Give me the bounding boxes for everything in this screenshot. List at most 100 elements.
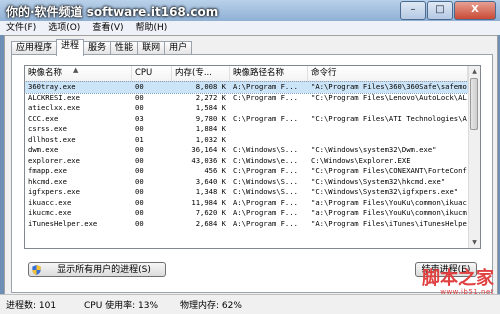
cell-image-name: csrss.exe: [28, 124, 67, 133]
cell-command-line: "C:\Program Files\ATI Technologies\A: [311, 113, 467, 123]
column-header-memory[interactable]: 内存(专...: [172, 66, 230, 81]
table-row[interactable]: dwm.exe 00 36,164 K C:\Windows\S... "C:\Wind…: [25, 145, 468, 156]
cell-cpu: 00: [135, 155, 144, 165]
tab-users[interactable]: 用户: [164, 41, 193, 55]
table-row[interactable]: hkcmd.exe 00 3,640 K C:\Windows\S... "C:\Win…: [25, 177, 468, 188]
cell-memory: 9,780 K: [195, 113, 226, 123]
column-header-image-name[interactable]: 映像名称 ▲: [25, 66, 132, 81]
cell-image-name: igfxpers.exe: [28, 187, 80, 196]
table-row[interactable]: ikuacc.exe 00 11,984 K A:\Program F... "a:\P…: [25, 198, 468, 209]
processes-panel: 映像名称 ▲ CPU 内存(专... 映像路径名称 命令行 360tray.ex…: [11, 54, 493, 293]
cell-command-line: "C:\Windows\System32\igfxpers.exe": [311, 187, 459, 196]
cell-command-line: "C:\Program Files\Lenovo\AutoLock\AL: [311, 92, 467, 102]
cell-image-path: [230, 135, 308, 146]
cell-memory: 1,032 K: [195, 134, 226, 144]
cell-command-line: "a:\Program Files\YouKu\common\ikuac: [311, 197, 467, 207]
column-header-image-path[interactable]: 映像路径名称: [230, 66, 308, 81]
table-row[interactable]: 360tray.exe 00 8,008 K A:\Program F... "A:\P…: [25, 81, 469, 94]
column-header-cpu[interactable]: CPU: [132, 66, 172, 81]
cell-image-path: C:\Windows\S...: [233, 145, 298, 154]
cell-command-line: "A:\Program Files\360\360Safe\safemo: [311, 82, 467, 91]
cell-memory: 7,620 K: [195, 208, 226, 217]
cell-image-path: A:\Program F...: [233, 197, 298, 207]
cell-image-path: A:\Program F...: [233, 208, 298, 217]
table-row[interactable]: atieclxx.exe 00 1,584 K: [25, 103, 468, 114]
table-row[interactable]: dllhost.exe 01 1,032 K: [25, 135, 468, 146]
cell-command-line: [308, 124, 468, 135]
cell-image-name: ikucmc.exe: [28, 208, 72, 217]
show-all-users-button[interactable]: 显示所有用户的进程(S): [28, 262, 166, 277]
cell-cpu: 03: [135, 113, 144, 123]
cell-command-line: "a:\Program Files\YouKu\common\ikucm: [311, 208, 467, 217]
cell-image-path: C:\Windows\e...: [233, 155, 298, 165]
table-row[interactable]: explorer.exe 00 43,036 K C:\Windows\e... C:\…: [25, 156, 468, 167]
menu-file[interactable]: 文件(F): [0, 21, 42, 35]
cell-command-line: "C:\Windows\system32\Dwm.exe": [311, 145, 437, 154]
cell-image-name: explorer.exe: [28, 155, 80, 165]
menu-options[interactable]: 选项(O): [42, 21, 86, 35]
list-body: 360tray.exe 00 8,008 K A:\Program F... "A:\P…: [25, 81, 469, 230]
column-header-command-line[interactable]: 命令行: [308, 66, 468, 81]
cell-cpu: 00: [135, 92, 144, 102]
cell-cpu: 00: [135, 124, 144, 133]
table-row[interactable]: iTunesHelper.exe 00 2,684 K A:\Program F...…: [25, 219, 468, 230]
column-header-label: 映像名称: [28, 68, 63, 78]
scroll-thumb[interactable]: [470, 78, 478, 130]
cell-image-name: dllhost.exe: [28, 134, 76, 144]
cell-image-path: A:\Program F...: [233, 218, 298, 228]
cell-cpu: 00: [135, 218, 144, 228]
cell-command-line: [308, 103, 468, 114]
cell-image-name: iTunesHelper.exe: [28, 218, 98, 228]
table-row[interactable]: ikucmc.exe 00 7,620 K A:\Program F... "a:\Pr…: [25, 208, 468, 219]
cell-image-path: C:\Program F...: [233, 113, 298, 123]
tab-applications[interactable]: 应用程序: [11, 41, 58, 55]
table-row[interactable]: ALCKRESI.exe 00 2,272 K C:\Program F... "C:\…: [25, 93, 468, 104]
maximize-button[interactable]: □: [427, 1, 453, 20]
cell-memory: 43,036 K: [191, 155, 226, 165]
cell-memory: 36,164 K: [191, 145, 226, 154]
cell-command-line: "C:\Program Files\CONEXANT\ForteConf: [311, 166, 467, 175]
uac-shield-icon: [32, 265, 41, 275]
tab-services[interactable]: 服务: [83, 41, 112, 55]
cell-memory: 2,684 K: [195, 218, 226, 228]
watermark-logo: 脚本之家 www.jb51.net: [422, 268, 494, 297]
close-button[interactable]: X: [454, 1, 496, 20]
cell-image-name: fmapp.exe: [28, 166, 67, 175]
vertical-scrollbar[interactable]: ▲ ▼: [468, 66, 480, 248]
cell-memory: 1,584 K: [195, 103, 226, 112]
cell-memory: 8,008 K: [195, 82, 226, 91]
cell-cpu: 00: [135, 103, 144, 112]
cell-command-line: "C:\Windows\System32\hkcmd.exe": [311, 176, 446, 186]
menu-view[interactable]: 查看(V): [86, 21, 129, 35]
scroll-down-icon[interactable]: ▼: [469, 237, 480, 248]
menu-help[interactable]: 帮助(H): [130, 21, 174, 35]
cell-image-name: ikuacc.exe: [28, 197, 72, 207]
menu-bar: 文件(F) 选项(O) 查看(V) 帮助(H): [0, 21, 500, 35]
tab-performance[interactable]: 性能: [110, 41, 139, 55]
cell-memory: 2,272 K: [195, 92, 226, 102]
watermark-main: 脚本之家: [422, 268, 494, 289]
cell-image-path: A:\Program F...: [233, 82, 298, 91]
sort-up-icon: ▲: [73, 66, 79, 74]
minimize-button[interactable]: –: [400, 1, 426, 20]
cell-image-path: C:\Program F...: [233, 92, 298, 102]
cell-image-name: hkcmd.exe: [28, 176, 67, 186]
scroll-up-icon[interactable]: ▲: [469, 66, 480, 77]
table-row[interactable]: CCC.exe 03 9,780 K C:\Program F... "C:\Progr…: [25, 114, 468, 125]
table-row[interactable]: igfxpers.exe 00 1,348 K C:\Windows\S... "C:\…: [25, 187, 468, 198]
client-area: 应用程序 进程 服务 性能 联网 用户 映像名称 ▲ CPU 内存(专... 映…: [4, 35, 498, 295]
cell-cpu: 00: [135, 208, 144, 217]
cell-image-path: [230, 124, 308, 135]
cell-image-name: ALCKRESI.exe: [28, 92, 80, 102]
table-row[interactable]: csrss.exe 00 1,884 K: [25, 124, 468, 135]
tab-processes[interactable]: 进程: [56, 39, 85, 56]
show-all-users-label: 显示所有用户的进程(S): [57, 265, 151, 275]
table-row[interactable]: fmapp.exe 00 456 K C:\Program F... "C:\Progr…: [25, 166, 468, 177]
title-bar[interactable]: 你的·软件频道 software.it168.com – □ X: [0, 0, 500, 21]
cell-cpu: 00: [135, 187, 144, 196]
process-list[interactable]: 映像名称 ▲ CPU 内存(专... 映像路径名称 命令行 360tray.ex…: [24, 65, 481, 249]
tab-networking[interactable]: 联网: [137, 41, 166, 55]
cell-command-line: C:\Windows\Explorer.EXE: [311, 155, 411, 165]
cell-image-path: [230, 103, 308, 114]
cell-image-path: C:\Windows\S...: [233, 187, 298, 196]
